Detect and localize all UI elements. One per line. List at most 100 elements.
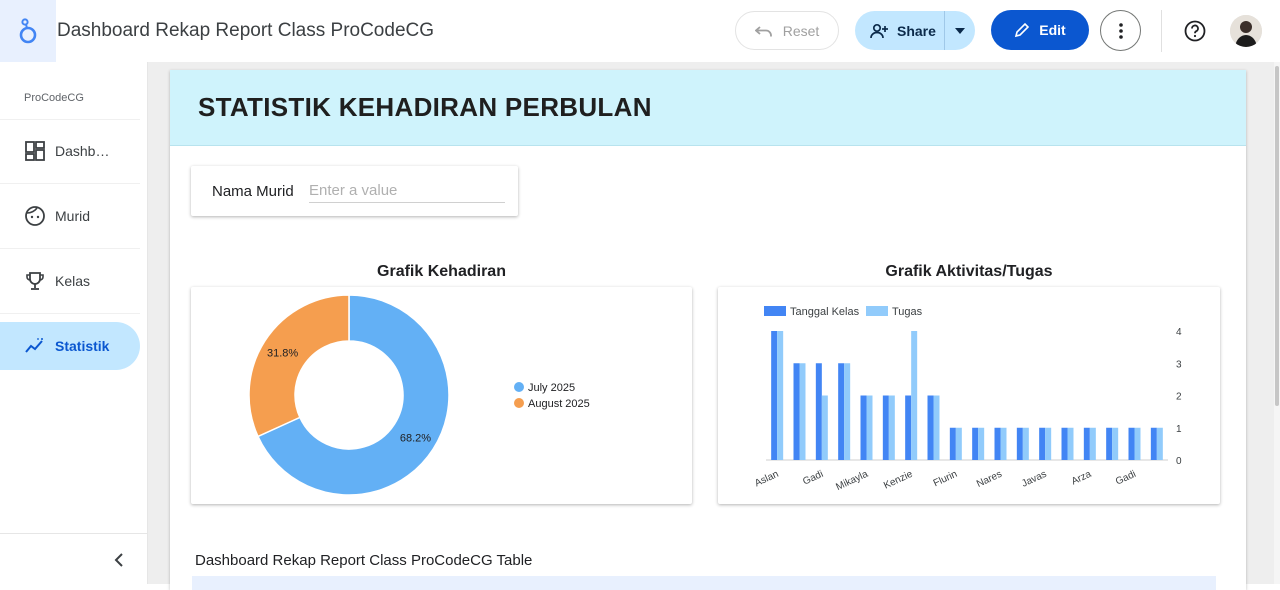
activity-bar[interactable] bbox=[1039, 427, 1046, 460]
legend-label: August 2025 bbox=[528, 398, 590, 410]
sidebar-item-label: Statistik bbox=[55, 338, 110, 354]
y-tick-label: 2 bbox=[1176, 392, 1182, 403]
activity-bar[interactable] bbox=[888, 395, 895, 461]
sidebar-divider bbox=[0, 248, 140, 249]
x-tick-label: Arza bbox=[1070, 469, 1094, 488]
attendance-chart[interactable]: 68.2% 31.8% July 2025 August 2025 bbox=[191, 287, 692, 504]
sidebar-item-kelas[interactable]: Kelas bbox=[0, 257, 140, 305]
attendance-chart-title: Grafik Kehadiran bbox=[377, 263, 506, 280]
activity-bar[interactable] bbox=[905, 395, 912, 461]
collapse-sidebar-button[interactable] bbox=[112, 550, 128, 570]
undo-icon bbox=[754, 25, 772, 36]
x-tick-label: Javas bbox=[1020, 469, 1048, 490]
activity-bar[interactable] bbox=[972, 427, 979, 460]
activity-bar[interactable] bbox=[866, 395, 873, 461]
activity-bar[interactable] bbox=[1156, 427, 1163, 460]
activity-bar[interactable] bbox=[1016, 427, 1023, 460]
y-tick-label: 1 bbox=[1176, 424, 1182, 435]
share-label: Share bbox=[897, 22, 936, 39]
activity-bar[interactable] bbox=[1089, 427, 1096, 460]
chevron-left-icon bbox=[114, 553, 123, 567]
activity-bar[interactable] bbox=[838, 363, 845, 460]
edit-button[interactable]: Edit bbox=[991, 10, 1089, 50]
report-title[interactable]: Dashboard Rekap Report Class ProCodeCG bbox=[57, 20, 434, 42]
activity-bar[interactable] bbox=[1128, 427, 1135, 460]
activity-bar[interactable] bbox=[911, 331, 918, 460]
x-tick-label: Kenzie bbox=[882, 469, 915, 492]
legend-swatch bbox=[514, 382, 524, 392]
legend-swatch bbox=[514, 398, 524, 408]
activity-bar[interactable] bbox=[777, 331, 784, 460]
sidebar: ProCodeCG Dashb… Murid Kelas Statistik bbox=[0, 62, 148, 584]
dashboard-icon bbox=[25, 141, 45, 161]
donut-slice[interactable] bbox=[248, 294, 350, 438]
sidebar-item-dashboard[interactable]: Dashb… bbox=[0, 127, 140, 175]
activity-bar[interactable] bbox=[1061, 427, 1068, 460]
activity-chart[interactable]: Tanggal Kelas Tugas 0 1 2 3 4 Aslan Gadi Mikayla K… bbox=[718, 287, 1220, 504]
help-button[interactable] bbox=[1180, 16, 1210, 46]
x-tick-label: Gadi bbox=[801, 469, 825, 488]
attendance-donut-chart: 68.2% 31.8% July 2025 August 2025 bbox=[248, 294, 590, 496]
activity-bar[interactable] bbox=[1000, 427, 1007, 460]
activity-bar[interactable] bbox=[927, 395, 934, 461]
nama-murid-filter[interactable]: Nama Murid bbox=[191, 166, 518, 216]
activity-bar[interactable] bbox=[1106, 427, 1113, 460]
legend-label: Tugas bbox=[892, 306, 923, 318]
x-tick-label: Nares bbox=[975, 469, 1004, 490]
activity-bar[interactable] bbox=[860, 395, 867, 461]
user-avatar-icon bbox=[1230, 15, 1262, 47]
activity-bar[interactable] bbox=[1067, 427, 1074, 460]
activity-bar[interactable] bbox=[1083, 427, 1090, 460]
looker-logo-icon bbox=[19, 18, 37, 44]
nama-murid-input[interactable] bbox=[309, 179, 505, 203]
activity-bar[interactable] bbox=[1022, 427, 1029, 460]
more-options-button[interactable] bbox=[1100, 10, 1141, 51]
activity-bar[interactable] bbox=[955, 427, 962, 460]
x-tick-label: Aslan bbox=[753, 469, 780, 490]
activity-chart-title: Grafik Aktivitas/Tugas bbox=[885, 263, 1053, 280]
activity-bar[interactable] bbox=[815, 363, 822, 460]
activity-bar[interactable] bbox=[933, 395, 940, 461]
legend-swatch bbox=[764, 306, 786, 316]
activity-bar[interactable] bbox=[1112, 427, 1119, 460]
sidebar-item-murid[interactable]: Murid bbox=[0, 192, 140, 240]
pencil-icon bbox=[1015, 22, 1030, 38]
activity-bar[interactable] bbox=[844, 363, 851, 460]
account-avatar[interactable] bbox=[1230, 15, 1262, 47]
scrollbar-thumb[interactable] bbox=[1275, 66, 1279, 406]
activity-bar[interactable] bbox=[1134, 427, 1141, 460]
reset-label: Reset bbox=[782, 22, 820, 39]
share-dropdown-button[interactable] bbox=[945, 27, 975, 34]
activity-bar[interactable] bbox=[978, 427, 985, 460]
app-logo[interactable] bbox=[0, 0, 56, 62]
activity-bar[interactable] bbox=[821, 395, 828, 461]
activity-bar[interactable] bbox=[799, 363, 806, 460]
y-tick-label: 3 bbox=[1176, 359, 1182, 370]
x-tick-label: Flurin bbox=[932, 469, 959, 490]
x-tick-label: Mikayla bbox=[834, 469, 870, 493]
activity-bar[interactable] bbox=[1045, 427, 1052, 460]
report-canvas: STATISTIK KEHADIRAN PERBULAN Nama Murid … bbox=[148, 62, 1280, 590]
share-button[interactable]: Share bbox=[855, 11, 945, 50]
activity-bar[interactable] bbox=[882, 395, 889, 461]
sidebar-item-label: Dashb… bbox=[55, 143, 110, 159]
share-button-group: Share bbox=[855, 11, 975, 50]
toolbar-divider bbox=[1161, 10, 1162, 52]
legend-swatch bbox=[866, 306, 888, 316]
slice-percent-label: 31.8% bbox=[267, 347, 298, 359]
sidebar-brand: ProCodeCG bbox=[24, 92, 84, 104]
activity-bar[interactable] bbox=[994, 427, 1001, 460]
trophy-icon bbox=[26, 272, 44, 290]
face-icon bbox=[25, 206, 45, 226]
table-header-row bbox=[192, 576, 1216, 590]
sidebar-item-statistik[interactable]: Statistik bbox=[0, 322, 140, 370]
activity-bar[interactable] bbox=[1150, 427, 1157, 460]
sidebar-divider bbox=[0, 533, 148, 534]
sidebar-divider bbox=[0, 313, 140, 314]
activity-bar[interactable] bbox=[793, 363, 800, 460]
reset-button[interactable]: Reset bbox=[735, 11, 839, 50]
edit-label: Edit bbox=[1039, 22, 1066, 38]
activity-bar[interactable] bbox=[771, 331, 778, 460]
activity-bar[interactable] bbox=[949, 427, 956, 460]
page-header-banner: STATISTIK KEHADIRAN PERBULAN bbox=[170, 70, 1246, 146]
